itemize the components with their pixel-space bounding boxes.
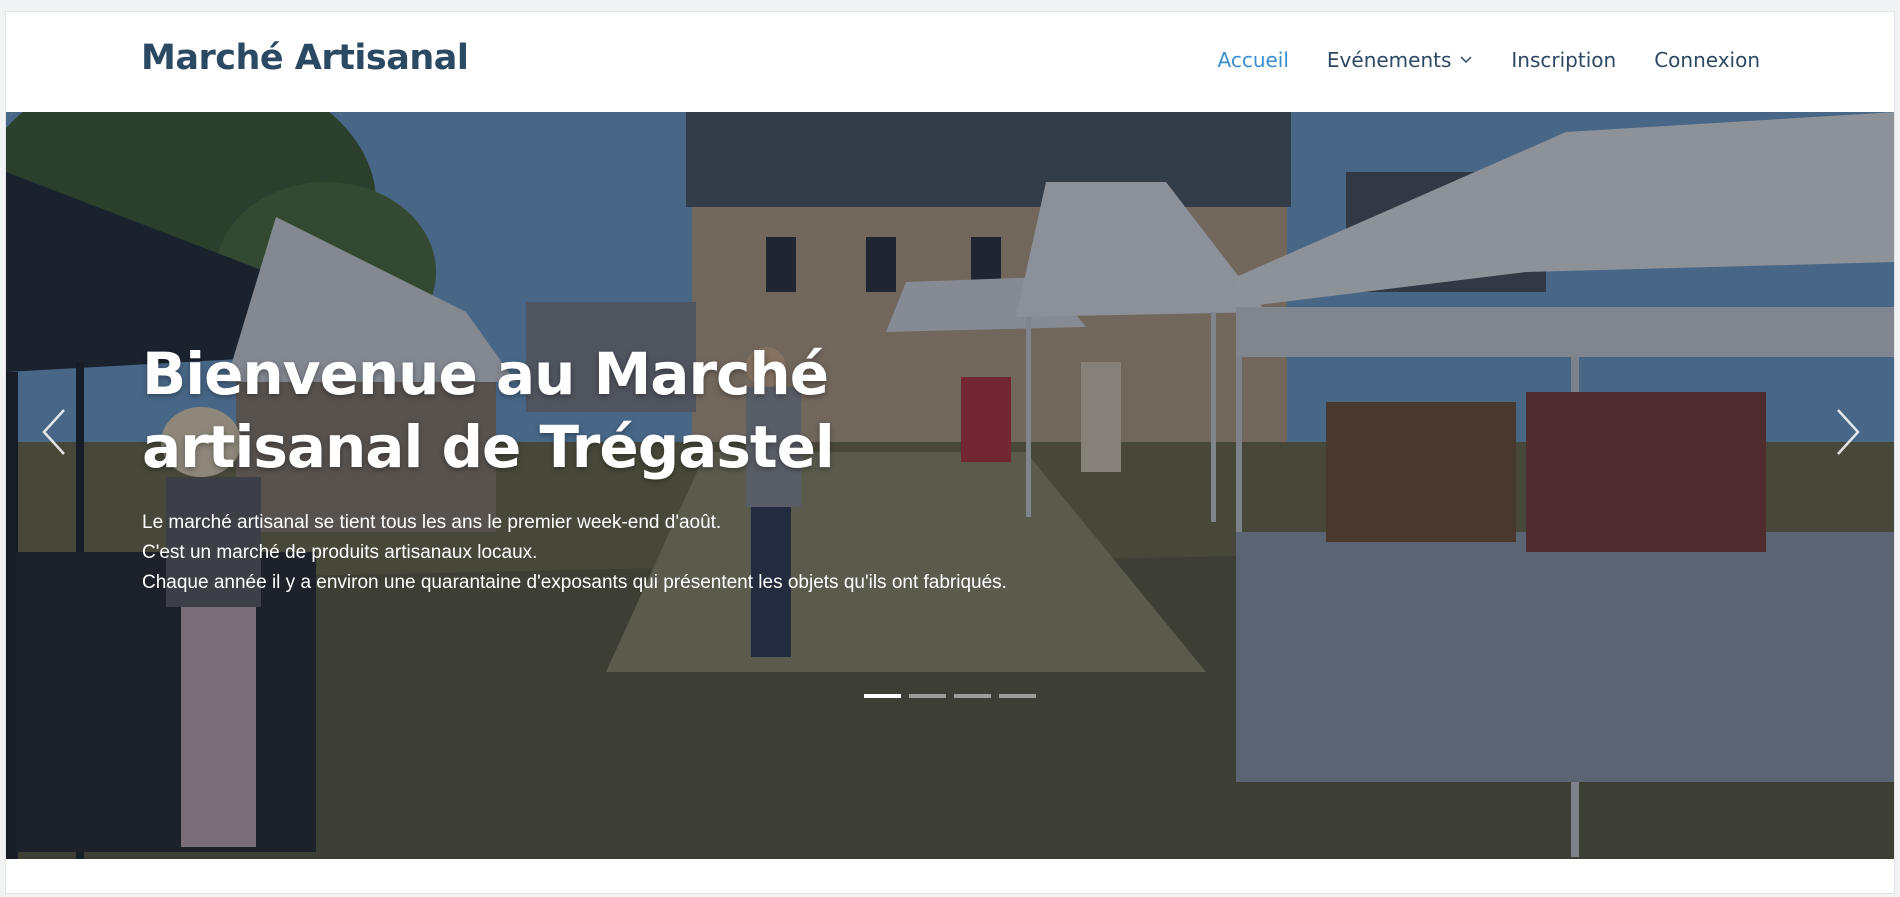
hero-description-line: Chaque année il y a environ une quaranta…	[142, 572, 1007, 593]
main-nav: Accueil Evénements Inscription Connexion	[1218, 48, 1761, 72]
nav-item-connexion[interactable]: Connexion	[1654, 48, 1760, 72]
chevron-down-icon	[1460, 56, 1472, 64]
nav-item-label: Accueil	[1217, 48, 1289, 72]
hero-title: Bienvenue au Marché artisanal de Trégast…	[142, 340, 835, 481]
nav-item-label: Connexion	[1654, 48, 1760, 72]
page-frame: Marché Artisanal Accueil Evénements Insc…	[5, 11, 1895, 894]
hero-caption: Bienvenue au Marché artisanal de Trégast…	[142, 338, 1102, 598]
hero-carousel: Bienvenue au Marché artisanal de Trégast…	[6, 112, 1894, 859]
nav-item-label: Inscription	[1511, 48, 1617, 72]
carousel-indicator[interactable]	[954, 694, 991, 698]
hero-description-line: Le marché artisanal se tient tous les an…	[142, 512, 722, 533]
nav-item-inscription[interactable]: Inscription	[1511, 48, 1616, 72]
carousel-indicator[interactable]	[909, 694, 946, 698]
hero-description-line: C'est un marché de produits artisanaux l…	[142, 542, 538, 563]
chevron-right-icon	[1837, 409, 1860, 455]
nav-item-accueil[interactable]: Accueil	[1218, 48, 1289, 72]
navbar: Marché Artisanal Accueil Evénements Insc…	[6, 12, 1894, 112]
nav-item-label: Evénements	[1326, 48, 1452, 72]
site-logo[interactable]: Marché Artisanal	[141, 38, 469, 78]
carousel-indicator[interactable]	[864, 694, 901, 698]
carousel-indicators	[864, 694, 1036, 698]
chevron-left-icon	[42, 409, 65, 455]
hero-description: Le marché artisanal se tient tous les an…	[142, 508, 1102, 598]
carousel-next-button[interactable]	[1822, 402, 1872, 462]
nav-item-evenements[interactable]: Evénements	[1327, 48, 1473, 72]
carousel-indicator[interactable]	[999, 694, 1036, 698]
carousel-prev-button[interactable]	[30, 402, 80, 462]
